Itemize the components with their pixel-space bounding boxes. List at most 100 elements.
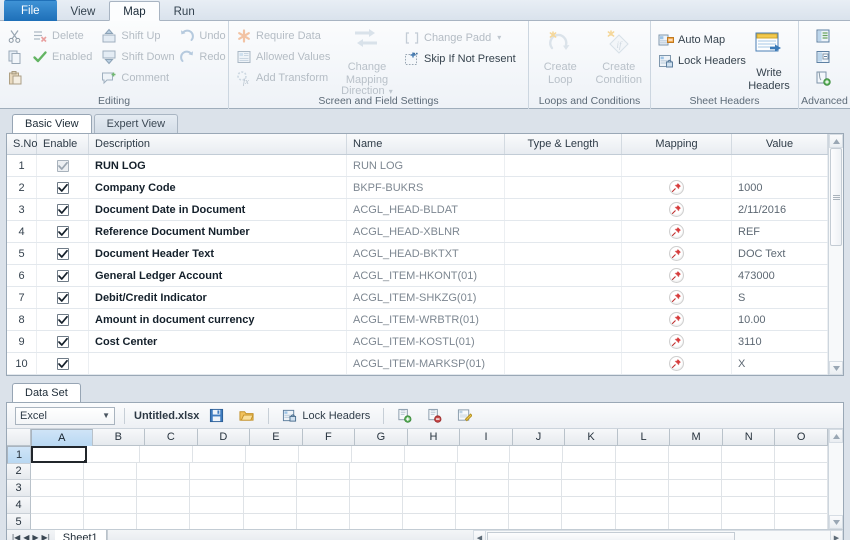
spreadsheet-cell[interactable]: [668, 463, 722, 480]
spreadsheet-column-header-i[interactable]: I: [460, 429, 513, 446]
remove-sheet-button[interactable]: [423, 406, 447, 426]
advanced-columns-button[interactable]: [812, 25, 838, 46]
spreadsheet-column-header-o[interactable]: O: [775, 429, 828, 446]
scroll-down-icon[interactable]: [829, 361, 843, 375]
row-mapping-cell[interactable]: [622, 177, 732, 198]
row-enable-cell[interactable]: [37, 155, 89, 176]
spreadsheet-cell[interactable]: [721, 480, 775, 497]
spreadsheet-cell[interactable]: [137, 514, 191, 529]
spreadsheet-cell[interactable]: [86, 446, 140, 463]
spreadsheet-cell[interactable]: [402, 514, 457, 529]
row-value[interactable]: 2/11/2016: [732, 199, 828, 220]
spreadsheet-cell[interactable]: [668, 480, 722, 497]
pushpin-icon[interactable]: [669, 290, 684, 305]
ribbon-tab-view[interactable]: View: [57, 1, 110, 21]
spreadsheet-cell-selected[interactable]: [31, 446, 88, 464]
spreadsheet-cell[interactable]: [774, 514, 828, 529]
column-header-sno[interactable]: S.No: [7, 134, 37, 154]
pushpin-icon[interactable]: [669, 246, 684, 261]
spreadsheet-cell[interactable]: [137, 463, 191, 480]
spreadsheet-cell[interactable]: [510, 446, 564, 463]
redo-button[interactable]: Redo: [176, 46, 228, 67]
lock-headers-dataset-button[interactable]: Lock Headers: [278, 406, 374, 426]
row-enable-cell[interactable]: [37, 331, 89, 352]
shift-down-button[interactable]: Shift Down: [98, 46, 176, 67]
row-enable-cell[interactable]: [37, 353, 89, 374]
enable-checkbox[interactable]: [56, 181, 69, 194]
table-row[interactable]: 8 Amount in document currency ACGL_ITEM-WR…: [7, 309, 828, 331]
enabled-button[interactable]: Enabled: [29, 46, 98, 67]
scroll-up-icon[interactable]: [829, 429, 843, 443]
skip-if-not-present-button[interactable]: Skip If Not Present: [401, 48, 524, 69]
ribbon-tab-run[interactable]: Run: [160, 1, 209, 21]
spreadsheet-cell[interactable]: [616, 446, 670, 463]
row-value[interactable]: 10.00: [732, 309, 828, 330]
spreadsheet-cell[interactable]: [562, 497, 616, 514]
row-value[interactable]: 1000: [732, 177, 828, 198]
spreadsheet-cell[interactable]: [402, 497, 457, 514]
spreadsheet-cell[interactable]: [243, 514, 297, 529]
spreadsheet-column-header-j[interactable]: J: [512, 429, 566, 446]
create-condition-button[interactable]: if Create Condition: [592, 25, 647, 95]
spreadsheet-column-header-l[interactable]: L: [617, 429, 671, 446]
spreadsheet-cell[interactable]: [456, 463, 510, 480]
add-sheet-button[interactable]: [393, 406, 417, 426]
row-mapping-cell[interactable]: [622, 199, 732, 220]
row-enable-cell[interactable]: [37, 265, 89, 286]
spreadsheet-column-header-g[interactable]: G: [355, 429, 408, 446]
spreadsheet-cell[interactable]: [615, 514, 669, 529]
spreadsheet-cell[interactable]: [668, 497, 722, 514]
table-row[interactable]: 3 Document Date in Document ACGL_HEAD-BLDA…: [7, 199, 828, 221]
spreadsheet-column-header-e[interactable]: E: [250, 429, 303, 446]
spreadsheet-cell[interactable]: [192, 446, 246, 463]
spreadsheet-cell[interactable]: [668, 514, 722, 529]
spreadsheet-column-header-m[interactable]: M: [670, 429, 723, 446]
row-mapping-cell[interactable]: [622, 155, 732, 176]
first-sheet-icon[interactable]: |◀: [12, 533, 20, 540]
column-header-mapping[interactable]: Mapping: [622, 134, 732, 154]
table-row[interactable]: 6 General Ledger Account ACGL_ITEM-HKONT(0…: [7, 265, 828, 287]
spreadsheet-row-header-2[interactable]: 2: [7, 463, 31, 480]
spreadsheet-cell[interactable]: [615, 463, 669, 480]
spreadsheet-cell[interactable]: [243, 480, 297, 497]
table-row[interactable]: 9 Cost Center ACGL_ITEM-KOSTL(01) 3110: [7, 331, 828, 353]
sheet-navigation-buttons[interactable]: |◀ ◀ ▶ ▶|: [7, 530, 55, 540]
spreadsheet-cell[interactable]: [402, 480, 457, 497]
spreadsheet-cell[interactable]: [404, 446, 458, 463]
scrollbar-thumb[interactable]: [487, 532, 735, 540]
lock-headers-button[interactable]: Lock Headers: [655, 50, 746, 71]
column-header-name[interactable]: Name: [347, 134, 505, 154]
spreadsheet-row-header-4[interactable]: 4: [7, 497, 31, 514]
spreadsheet-cell[interactable]: [722, 446, 776, 463]
table-row[interactable]: 5 Document Header Text ACGL_HEAD-BKTXT DOC …: [7, 243, 828, 265]
row-mapping-cell[interactable]: [622, 265, 732, 286]
spreadsheet-cell[interactable]: [774, 480, 828, 497]
copy-button[interactable]: [4, 46, 29, 67]
row-value[interactable]: X: [732, 353, 828, 374]
change-padding-button[interactable]: Change Padd ▾: [401, 27, 524, 48]
scrollbar-track[interactable]: [829, 148, 843, 361]
enable-checkbox[interactable]: [56, 159, 69, 172]
spreadsheet-cell[interactable]: [669, 446, 723, 463]
save-button[interactable]: [205, 406, 229, 426]
spreadsheet-cell[interactable]: [349, 514, 403, 529]
spreadsheet-cell[interactable]: [509, 480, 563, 497]
column-header-description[interactable]: Description: [89, 134, 347, 154]
row-value[interactable]: [732, 155, 828, 176]
spreadsheet-cell[interactable]: [721, 514, 775, 529]
table-row[interactable]: 10 ACGL_ITEM-MARKSP(01) X: [7, 353, 828, 375]
column-header-type-length[interactable]: Type & Length: [505, 134, 622, 154]
table-row[interactable]: 2 Company Code BKPF-BUKRS 1000: [7, 177, 828, 199]
enable-checkbox[interactable]: [56, 335, 69, 348]
tab-expert-view[interactable]: Expert View: [93, 114, 179, 133]
pushpin-icon[interactable]: [669, 224, 684, 239]
spreadsheet-cell[interactable]: [31, 463, 85, 480]
write-headers-button[interactable]: Write Headers: [739, 29, 799, 95]
column-header-enable[interactable]: Enable: [37, 134, 89, 154]
spreadsheet-column-header-c[interactable]: C: [145, 429, 198, 446]
spreadsheet-cell[interactable]: [84, 497, 138, 514]
ribbon-tab-map[interactable]: Map: [109, 1, 160, 21]
spreadsheet-cell[interactable]: [296, 514, 350, 529]
spreadsheet-cell[interactable]: [774, 463, 828, 480]
enable-checkbox[interactable]: [56, 313, 69, 326]
